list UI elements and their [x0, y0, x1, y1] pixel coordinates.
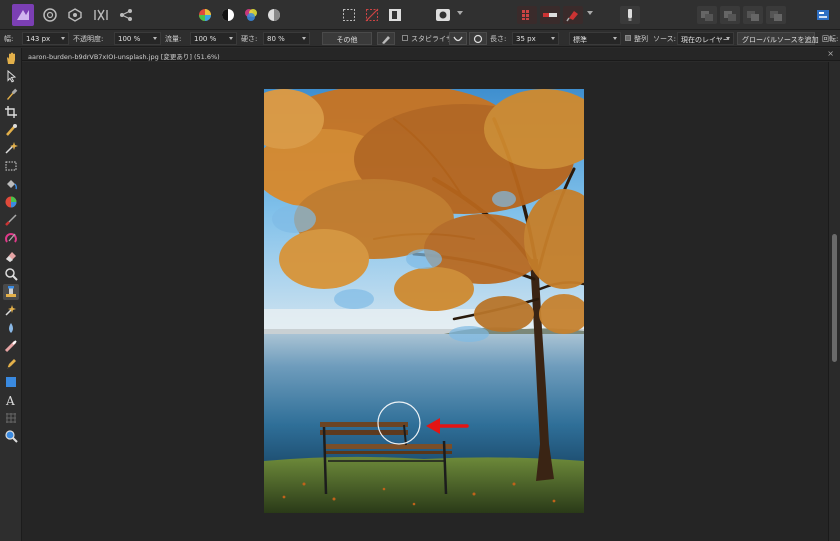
paint-brush-icon[interactable] — [3, 212, 19, 228]
develop-persona-icon[interactable] — [90, 4, 112, 26]
more-button[interactable]: その他 — [322, 32, 372, 45]
canvas-area[interactable] — [22, 62, 828, 541]
chevron-down-icon[interactable] — [302, 37, 306, 40]
color-wheel-icon[interactable] — [194, 4, 216, 26]
snapping-magnet-icon[interactable] — [563, 6, 583, 24]
flow-field[interactable]: 100 % — [190, 32, 237, 45]
snapping-grid-icon[interactable] — [517, 6, 537, 24]
stabilizer-checkbox[interactable] — [402, 35, 408, 41]
assistant-icon[interactable] — [620, 6, 640, 24]
arrange-backward-icon[interactable] — [743, 6, 763, 24]
scrollbar-thumb[interactable] — [832, 234, 837, 362]
rectangular-marquee-icon[interactable] — [3, 158, 19, 174]
main-toolbar — [0, 0, 840, 30]
color-replacement-icon[interactable] — [3, 230, 19, 246]
mesh-warp-icon[interactable] — [3, 410, 19, 426]
chevron-down-icon[interactable] — [551, 37, 555, 40]
opacity-value: 100 % — [118, 35, 141, 43]
chevron-down-icon[interactable] — [587, 11, 593, 15]
liquify-persona-icon[interactable] — [64, 4, 86, 26]
healing-brush-icon[interactable] — [3, 302, 19, 318]
arrange-back-icon[interactable] — [766, 6, 786, 24]
vertical-scrollbar[interactable] — [828, 62, 840, 541]
document-title: aaron-burden-b9drVB7xIOI-unsplash.jpg [変… — [28, 53, 220, 61]
blur-brush-icon[interactable] — [3, 320, 19, 336]
smudge-brush-icon[interactable] — [3, 338, 19, 354]
width-label: 幅: — [4, 35, 14, 43]
arrange-front-icon[interactable] — [697, 6, 717, 24]
brush-edit-icon[interactable] — [377, 32, 395, 45]
chevron-down-icon[interactable] — [229, 37, 233, 40]
context-toolbar: 幅: 143 px 不透明度: 100 % 流量: 100 % 硬さ: 80 %… — [0, 30, 840, 47]
chevron-down-icon[interactable] — [613, 37, 617, 40]
invert-selection-icon[interactable] — [384, 4, 406, 26]
hardness-field[interactable]: 80 % — [263, 32, 310, 45]
rope-mode-icon[interactable] — [449, 32, 467, 45]
contrast-icon[interactable] — [217, 4, 239, 26]
vector-brush-icon[interactable] — [3, 374, 19, 390]
close-icon[interactable]: × — [827, 49, 834, 58]
add-global-source-button[interactable]: グローバルソースを追加 — [737, 32, 819, 45]
photo-persona-icon[interactable] — [39, 4, 61, 26]
dodge-icon[interactable] — [3, 266, 19, 282]
chevron-down-icon[interactable] — [726, 37, 730, 40]
source-select[interactable]: 現在のレイヤー — [677, 32, 734, 45]
stabilizer-label: スタビライザ — [411, 35, 453, 43]
rgb-channels-icon[interactable] — [240, 4, 262, 26]
color-picker-icon[interactable] — [3, 86, 19, 102]
width-value: 143 px — [26, 35, 51, 43]
move-icon[interactable] — [3, 68, 19, 84]
svg-text:A: A — [5, 394, 15, 407]
source-label: ソース: — [653, 35, 677, 43]
selection-brush-icon[interactable] — [3, 122, 19, 138]
white-balance-icon[interactable] — [263, 4, 285, 26]
hardness-value: 80 % — [267, 35, 285, 43]
tools-panel: A — [0, 48, 22, 541]
opacity-field[interactable]: 100 % — [114, 32, 161, 45]
pen-icon[interactable] — [3, 356, 19, 372]
arrange-forward-icon[interactable] — [720, 6, 740, 24]
chevron-down-icon[interactable] — [457, 11, 463, 15]
blend-mode-value: 標準 — [573, 36, 587, 44]
flood-fill-icon[interactable] — [3, 176, 19, 192]
length-field[interactable]: 35 px — [512, 32, 559, 45]
crop-icon[interactable] — [3, 104, 19, 120]
document-tab[interactable]: aaron-burden-b9drVB7xIOI-unsplash.jpg [変… — [22, 48, 840, 61]
chevron-down-icon[interactable] — [153, 37, 157, 40]
clone-brush-icon[interactable] — [3, 284, 19, 300]
opacity-label: 不透明度: — [73, 35, 104, 43]
aligned-label: 整列 — [634, 35, 648, 43]
affinity-photo-logo[interactable] — [12, 4, 34, 26]
length-label: 長さ: — [490, 35, 507, 43]
flow-value: 100 % — [194, 35, 217, 43]
artistic-text-icon[interactable]: A — [3, 392, 19, 408]
erase-brush-icon[interactable] — [3, 248, 19, 264]
width-field[interactable]: 143 px — [22, 32, 69, 45]
zoom-icon[interactable] — [3, 428, 19, 444]
export-persona-icon[interactable] — [115, 4, 137, 26]
document-image[interactable] — [264, 89, 584, 513]
quick-mask-icon[interactable] — [432, 4, 454, 26]
aligned-checkbox[interactable] — [625, 35, 631, 41]
marquee-selection-icon[interactable] — [338, 4, 360, 26]
snapping-toggle-icon[interactable] — [540, 6, 560, 24]
window-mode-icon[interactable] — [469, 32, 487, 45]
rotate-label: 回転: — [822, 35, 839, 43]
hardness-label: 硬さ: — [241, 35, 258, 43]
gradient-icon[interactable] — [3, 194, 19, 210]
blend-mode-select[interactable]: 標準 — [569, 32, 621, 45]
source-value: 現在のレイヤー — [681, 36, 730, 44]
chevron-down-icon[interactable] — [61, 37, 65, 40]
flow-label: 流量: — [165, 35, 182, 43]
no-selection-icon[interactable] — [361, 4, 383, 26]
flood-select-icon[interactable] — [3, 140, 19, 156]
length-value: 35 px — [516, 35, 536, 43]
hand-icon[interactable] — [3, 50, 19, 66]
studio-toggle-icon[interactable] — [812, 4, 834, 26]
